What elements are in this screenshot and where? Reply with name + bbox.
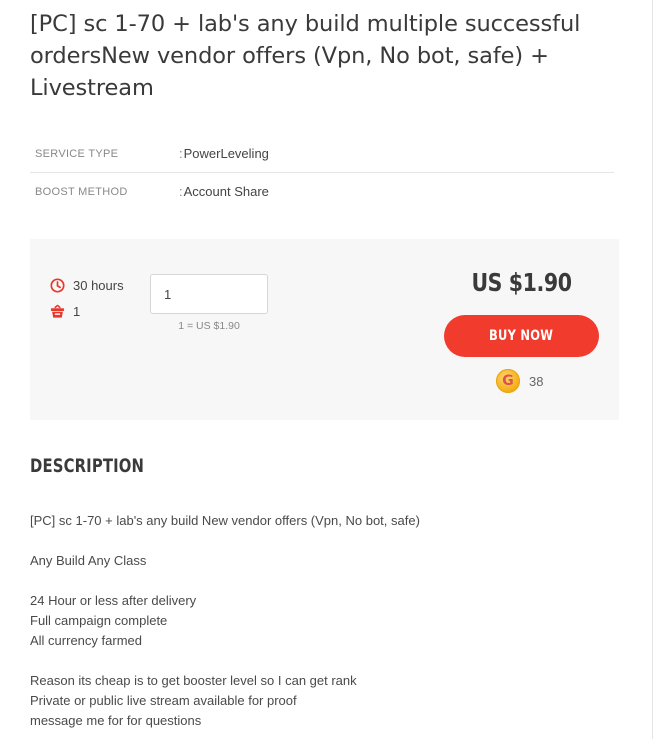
buy-now-button[interactable]: BUY NOW — [444, 315, 599, 357]
spec-value: :Account Share — [179, 184, 269, 199]
description-heading: DESCRIPTION — [30, 455, 145, 477]
description-line: All currency farmed — [30, 633, 142, 648]
description-line: Full campaign complete — [30, 613, 168, 628]
total-price: US $1.90 — [471, 268, 572, 297]
gold-count: 38 — [529, 373, 544, 389]
description-line: [PC] sc 1-70 + lab's any build New vendo… — [30, 513, 420, 528]
description-line: Reason its cheap is to get booster level… — [30, 673, 357, 688]
spec-value-text: Account Share — [183, 184, 269, 199]
stock-count: 1 — [50, 304, 80, 319]
spec-row-boost-method: BOOST METHOD :Account Share — [30, 173, 614, 210]
clock-icon — [50, 278, 65, 293]
quantity-input[interactable] — [150, 274, 268, 314]
buy-now-label: BUY NOW — [489, 328, 554, 344]
description-line: message me for for questions — [30, 713, 202, 728]
description-body: [PC] sc 1-70 + lab's any build New vendo… — [30, 511, 620, 731]
offer-page: [PC] sc 1-70 + lab's any build multiple … — [0, 0, 659, 739]
offer-title: [PC] sc 1-70 + lab's any build multiple … — [30, 11, 581, 101]
description-line: Private or public live stream available … — [30, 693, 297, 708]
description-spacer — [30, 531, 620, 551]
delivery-time: 30 hours — [50, 278, 124, 293]
delivery-time-text: 30 hours — [73, 278, 124, 293]
spec-label: BOOST METHOD — [35, 186, 128, 198]
description-line: Any Build Any Class — [30, 553, 147, 568]
spec-row-service-type: SERVICE TYPE :PowerLeveling — [30, 135, 614, 173]
description-line: 24 Hour or less after delivery — [30, 593, 197, 608]
service-specs: SERVICE TYPE :PowerLeveling BOOST METHOD… — [30, 135, 614, 210]
spec-value-text: PowerLeveling — [183, 146, 269, 161]
spec-separator: : — [179, 146, 183, 161]
description-spacer — [30, 651, 620, 671]
purchase-panel: 30 hours 1 1 = US $1.90 US $1.90 BUY NOW… — [30, 239, 619, 420]
spec-label: SERVICE TYPE — [35, 148, 119, 160]
stock-count-text: 1 — [73, 304, 81, 319]
description-spacer — [30, 571, 620, 591]
spec-value: :PowerLeveling — [179, 146, 269, 161]
page-divider — [652, 0, 653, 739]
basket-icon — [50, 304, 65, 318]
unit-price: 1 = US $1.90 — [178, 320, 240, 332]
gold-reward: G 38 — [496, 369, 543, 393]
spec-separator: : — [179, 184, 183, 199]
gold-coin-icon: G — [496, 369, 520, 393]
